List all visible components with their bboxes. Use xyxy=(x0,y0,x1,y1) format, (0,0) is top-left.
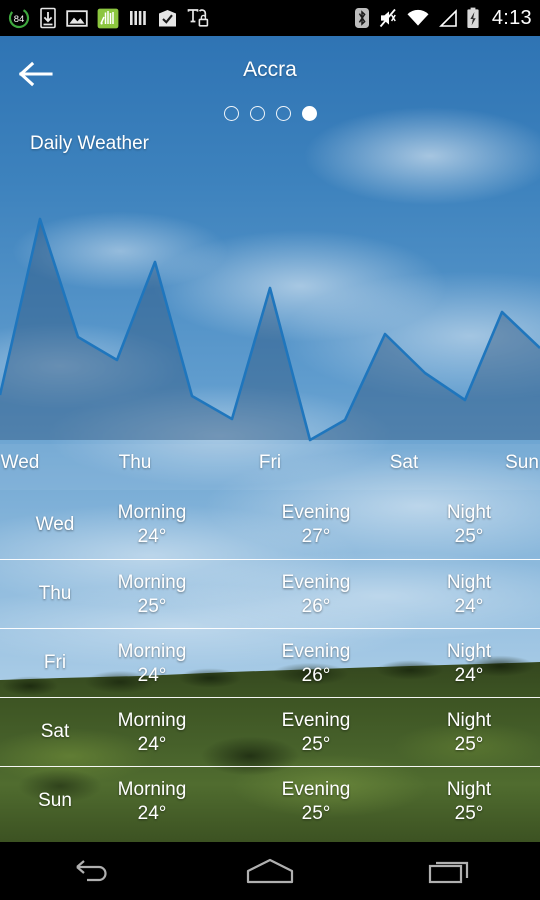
pager-dot-3[interactable] xyxy=(275,106,291,121)
app-header: Accra Daily Weather xyxy=(0,36,540,170)
forecast-slot-label: Night xyxy=(446,572,492,593)
forecast-slot-temperature: 25° xyxy=(454,803,484,824)
forecast-row-day: Thu xyxy=(38,583,72,604)
forecast-slot-temperature: 26° xyxy=(301,665,331,686)
pager-dot-2[interactable] xyxy=(249,106,265,121)
forecast-slot-morning: Morning 25° xyxy=(118,571,187,619)
mute-icon xyxy=(379,8,396,28)
page-title: Accra xyxy=(243,58,297,81)
forecast-slot-temperature: 24° xyxy=(454,596,484,617)
forecast-slot-label: Morning xyxy=(117,502,187,523)
forecast-slot-label: Evening xyxy=(281,572,351,593)
forecast-slot-temperature: 25° xyxy=(454,734,484,755)
forecast-slot-temperature: 24° xyxy=(454,665,484,686)
forecast-slot-temperature: 25° xyxy=(301,803,331,824)
forecast-slot-temperature: 24° xyxy=(137,734,167,755)
forecast-row-day: Wed xyxy=(35,513,75,535)
forecast-slot-morning: Morning 24° xyxy=(118,778,187,826)
image-icon xyxy=(66,9,88,27)
pager-dots[interactable] xyxy=(0,106,540,121)
chart-x-axis: Wed Thu Fri Sat Sun xyxy=(0,444,540,490)
section-title: Daily Weather xyxy=(30,133,149,154)
nav-recents-button[interactable] xyxy=(400,842,500,900)
download-icon xyxy=(40,7,56,29)
pager-dot-1[interactable] xyxy=(223,106,239,121)
forecast-slot-night: Night 25° xyxy=(447,709,491,757)
text-lock-icon xyxy=(187,9,209,27)
x-axis-tick-sun: Sun xyxy=(505,452,539,473)
x-axis-tick-thu: Thu xyxy=(118,452,152,473)
forecast-slot-label: Night xyxy=(446,710,492,731)
x-axis-tick-sat: Sat xyxy=(389,452,419,473)
forecast-slot-label: Night xyxy=(446,779,492,800)
forecast-row-day: Sat xyxy=(40,721,70,742)
battery-charging-icon xyxy=(467,7,479,28)
forecast-slot-temperature: 25° xyxy=(137,596,167,617)
wifi-icon xyxy=(407,9,429,25)
nav-back-icon xyxy=(76,860,107,882)
status-bar-right-icons: 4:13 xyxy=(354,7,532,30)
forecast-slot-evening: Evening 26° xyxy=(282,571,351,619)
chart-svg xyxy=(0,217,540,442)
forecast-slot-label: Evening xyxy=(281,641,351,662)
forecast-slot-night: Night 25° xyxy=(447,501,491,549)
status-bar-left-icons: 84 xyxy=(8,7,209,29)
nav-recents-icon xyxy=(428,861,469,884)
forecast-slot-temperature: 24° xyxy=(137,665,167,686)
daily-weather-chart xyxy=(0,170,540,445)
svg-text:84: 84 xyxy=(14,14,25,25)
forecast-slot-label: Night xyxy=(446,641,492,662)
android-nav-bar xyxy=(0,842,540,900)
forecast-slot-evening: Evening 27° xyxy=(282,501,351,549)
forecast-slot-label: Evening xyxy=(281,502,351,523)
forecast-slot-label: Evening xyxy=(281,710,351,731)
forecast-row[interactable]: Sat Morning 24° Evening 25° Night 25° xyxy=(0,697,540,766)
forecast-slot-night: Night 24° xyxy=(447,571,491,619)
forecast-slot-night: Night 25° xyxy=(447,778,491,826)
bluetooth-icon xyxy=(354,8,369,28)
status-bar-clock: 4:13 xyxy=(491,6,532,29)
forecast-slot-label: Morning xyxy=(117,641,187,662)
forecast-slot-temperature: 25° xyxy=(454,526,484,547)
forecast-slot-temperature: 24° xyxy=(137,526,167,547)
battery-saver-84-icon: 84 xyxy=(8,7,30,29)
status-bar: 84 4:13 xyxy=(0,0,540,36)
forecast-slot-night: Night 24° xyxy=(447,640,491,688)
forecast-slot-evening: Evening 26° xyxy=(282,640,351,688)
forecast-row-day: Sun xyxy=(38,790,72,811)
forecast-slot-temperature: 26° xyxy=(301,596,331,617)
pager-dot-4[interactable] xyxy=(301,106,317,121)
forecast-slot-label: Evening xyxy=(281,779,351,800)
chart-area-fill xyxy=(0,219,540,440)
forecast-slot-morning: Morning 24° xyxy=(118,501,187,549)
forecast-slot-label: Morning xyxy=(117,572,187,593)
forecast-row[interactable]: Sun Morning 24° Evening 25° Night 25° xyxy=(0,766,540,835)
forecast-slot-temperature: 24° xyxy=(137,803,167,824)
cellular-signal-icon xyxy=(438,8,457,27)
forecast-slot-label: Morning xyxy=(117,779,187,800)
forecast-slot-temperature: 27° xyxy=(301,526,331,547)
forecast-row[interactable]: Wed Morning 24° Evening 27° Night 25° xyxy=(0,490,540,559)
forecast-slot-morning: Morning 24° xyxy=(118,709,187,757)
forecast-row-day: Fri xyxy=(43,652,67,673)
forecast-slot-evening: Evening 25° xyxy=(282,709,351,757)
forecast-slot-morning: Morning 24° xyxy=(118,640,187,688)
nav-home-button[interactable] xyxy=(220,842,320,900)
x-axis-tick-wed: Wed xyxy=(0,452,40,473)
nav-back-button[interactable] xyxy=(40,842,140,900)
nav-home-icon xyxy=(246,858,294,884)
forecast-slot-label: Morning xyxy=(117,710,187,731)
phone-screen: 84 4:13 Accra Daily Weather Wed Thu Fri … xyxy=(0,0,540,900)
forecast-row[interactable]: Fri Morning 24° Evening 26° Night 24° xyxy=(0,628,540,697)
forecast-slot-evening: Evening 25° xyxy=(282,778,351,826)
x-axis-tick-fri: Fri xyxy=(258,452,282,473)
equalizer-icon xyxy=(130,11,146,25)
forecast-row[interactable]: Thu Morning 25° Evening 26° Night 24° xyxy=(0,559,540,628)
daily-forecast-list: Wed Morning 24° Evening 27° Night 25° Thu Mornin… xyxy=(0,490,540,842)
forecast-slot-label: Night xyxy=(446,502,492,523)
task-checkbox-icon xyxy=(159,9,176,26)
audio-wave-icon xyxy=(97,8,119,28)
forecast-slot-temperature: 25° xyxy=(301,734,331,755)
